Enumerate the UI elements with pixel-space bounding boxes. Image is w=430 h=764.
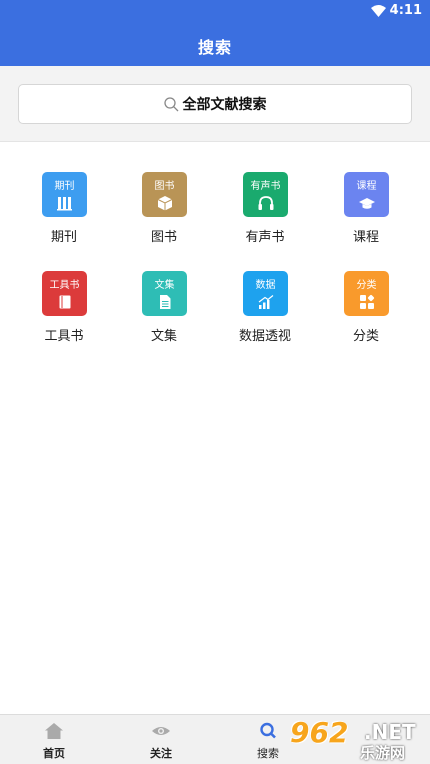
journal-tile[interactable]: 期刊: [42, 172, 87, 217]
grid-item-label: 分类: [352, 329, 379, 344]
status-time: 4:11: [389, 3, 422, 18]
document-icon: [159, 295, 170, 309]
grid-item-label: 工具书: [44, 329, 84, 344]
books-icon: [56, 197, 72, 211]
category-icon: [359, 294, 374, 309]
tile-text: 有声书: [250, 181, 281, 192]
search-icon: [163, 96, 178, 111]
reference-tile[interactable]: 工具书: [42, 271, 87, 316]
grid-item-label: 图书: [150, 230, 177, 245]
book-icon: [59, 295, 70, 309]
tile-text: 课程: [356, 181, 377, 192]
grid-item-courses[interactable]: 课程 课程: [316, 172, 416, 252]
books-tile[interactable]: 图书: [142, 172, 187, 217]
headphones-icon: [258, 196, 273, 210]
search-icon: [260, 722, 276, 739]
search-input[interactable]: 全部文献搜索: [18, 84, 412, 124]
grid-item-books[interactable]: 图书 图书: [114, 172, 214, 252]
box-icon: [157, 196, 172, 211]
grid-item-label: 数据透视: [238, 329, 291, 344]
watermark-number: 962: [290, 716, 349, 749]
tile-text: 数据: [255, 280, 276, 291]
header-bar: 4:11 搜索: [0, 0, 430, 66]
tile-text: 期刊: [54, 181, 75, 192]
search-placeholder: 全部文献搜索: [182, 97, 267, 113]
nav-search[interactable]: 搜索: [238, 715, 298, 764]
grid-item-label: 课程: [352, 230, 379, 245]
nav-label: 搜索: [257, 747, 279, 760]
nav-follow[interactable]: 关注: [131, 715, 191, 764]
category-tile[interactable]: 分类: [344, 271, 389, 316]
grid-item-reference[interactable]: 工具书 工具书: [14, 271, 114, 351]
courses-tile[interactable]: 课程: [344, 172, 389, 217]
grid-item-data-pivot[interactable]: 数据 数据透视: [215, 271, 315, 351]
grid-item-journal[interactable]: 期刊 期刊: [14, 172, 114, 252]
tile-text: 分类: [356, 280, 377, 291]
nav-label: 首页: [43, 747, 65, 760]
status-bar: 4:11: [0, 0, 430, 24]
page-title: 搜索: [197, 38, 232, 57]
nav-label: 关注: [150, 747, 172, 760]
audiobook-tile[interactable]: 有声书: [243, 172, 288, 217]
eye-icon: [152, 727, 170, 735]
tile-text: 图书: [154, 181, 175, 192]
home-icon: [45, 723, 63, 739]
watermark-site: 乐游网: [360, 744, 406, 762]
collections-tile[interactable]: 文集: [142, 271, 187, 316]
grid-item-category[interactable]: 分类 分类: [316, 271, 416, 351]
tile-text: 工具书: [49, 280, 80, 291]
watermark-suffix: .NET: [364, 720, 416, 744]
site-watermark-logo: 962 .NET 乐游网: [290, 716, 430, 764]
grid-item-label: 期刊: [50, 230, 77, 245]
graduation-cap-icon: [358, 198, 375, 209]
chart-icon: [258, 295, 273, 309]
grid-item-label: 有声书: [245, 230, 285, 245]
grid-item-collections[interactable]: 文集 文集: [114, 271, 214, 351]
grid-item-audiobook[interactable]: 有声书 有声书: [215, 172, 315, 252]
grid-item-label: 文集: [150, 329, 177, 344]
data-pivot-tile[interactable]: 数据: [243, 271, 288, 316]
wifi-icon: [371, 5, 386, 17]
nav-home[interactable]: 首页: [24, 715, 84, 764]
tile-text: 文集: [154, 280, 175, 291]
search-area: 全部文献搜索: [0, 66, 430, 142]
